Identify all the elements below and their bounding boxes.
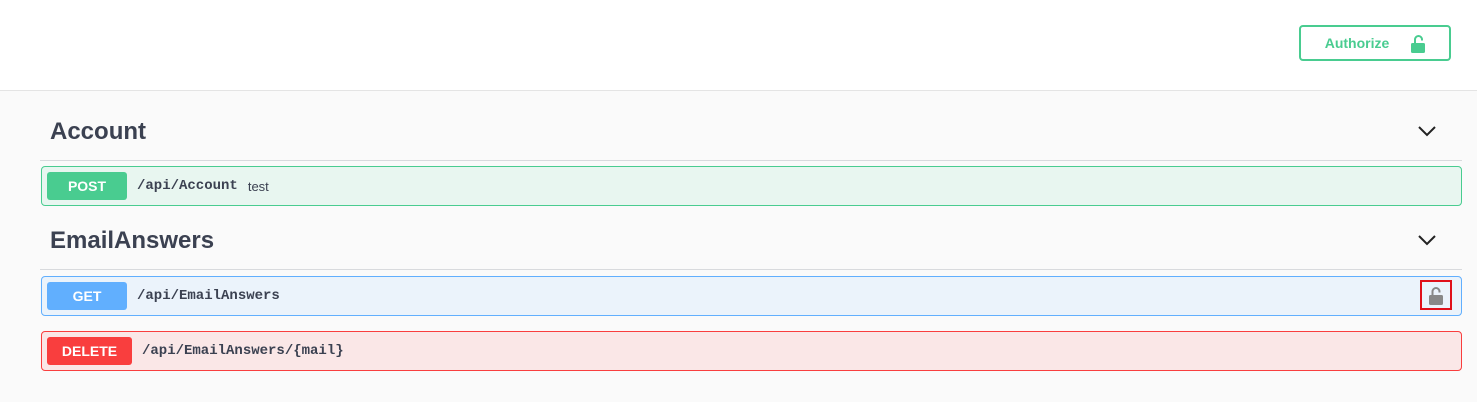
chevron-down-icon[interactable] [1418,126,1436,137]
authorize-button[interactable]: Authorize [1299,25,1451,61]
tag-section-emailanswers: EmailAnswers [40,219,1462,270]
method-badge: POST [47,172,127,200]
operation-path: /api/EmailAnswers [137,288,280,304]
authorize-label: Authorize [1324,35,1390,51]
operation-path: /api/Account [137,178,238,194]
tag-header-emailanswers[interactable]: EmailAnswers [40,219,1462,270]
tag-header-account[interactable]: Account [40,110,1462,161]
operation-get-emailanswers[interactable]: GET /api/EmailAnswers [41,276,1462,316]
operation-path: /api/EmailAnswers/{mail} [142,343,344,359]
tag-title: Account [50,118,146,145]
operation-delete-emailanswers[interactable]: DELETE /api/EmailAnswers/{mail} [41,331,1462,371]
tag-title: EmailAnswers [50,227,215,254]
tag-section-account: Account [40,110,1462,161]
top-bar: Authorize [0,0,1477,91]
operation-summary: test [247,178,269,194]
method-badge: GET [47,282,127,310]
chevron-down-icon[interactable] [1418,235,1436,246]
operation-post-account[interactable]: POST /api/Account test [41,166,1462,206]
unlock-icon[interactable] [1420,280,1452,310]
method-badge: DELETE [47,337,132,365]
unlock-icon [1411,34,1426,53]
